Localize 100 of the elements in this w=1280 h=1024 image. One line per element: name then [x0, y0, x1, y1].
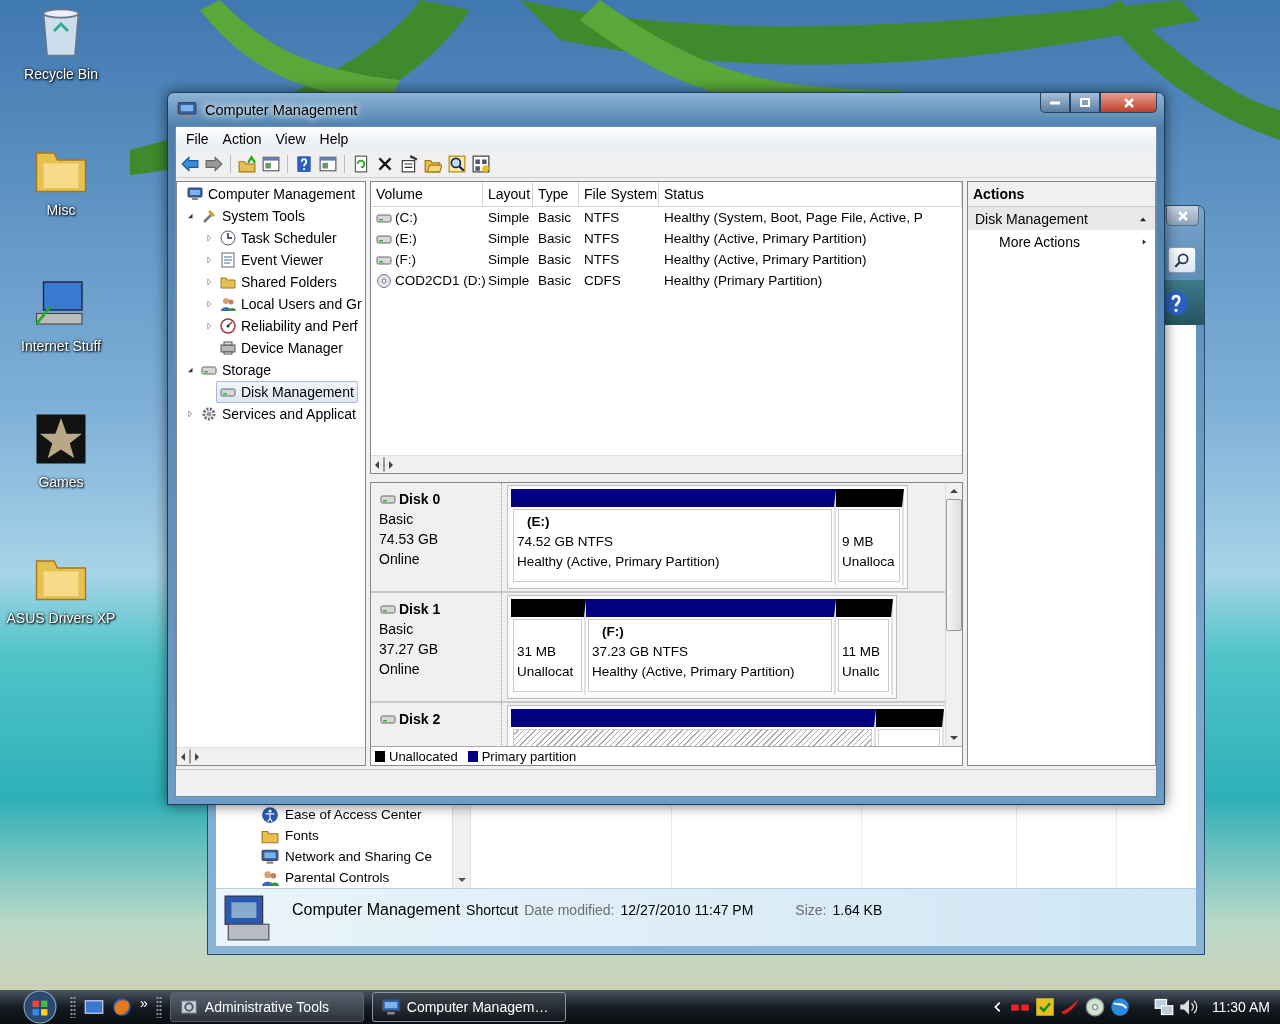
column-header[interactable]: File System	[579, 182, 659, 206]
menu-item[interactable]: File	[179, 129, 216, 149]
table-cell: (E:)	[395, 231, 417, 246]
delete-icon[interactable]	[376, 155, 394, 173]
clock-icon	[220, 230, 236, 246]
menu-item[interactable]: Help	[312, 129, 356, 149]
partition[interactable]: 11 MB Unallc	[836, 599, 893, 695]
desktop-icon-label[interactable]: Recycle Bin	[24, 66, 98, 82]
partition-size: 37.23 GB NTFS	[592, 643, 690, 661]
table-cell-text: Simple	[487, 209, 531, 227]
disc-icon[interactable]	[1084, 997, 1105, 1017]
pane-header: Actions	[968, 182, 1155, 207]
table-cell-text: Healthy (Primary Partition)	[663, 272, 824, 290]
volume-icon[interactable]	[1178, 997, 1199, 1017]
minimize-button[interactable]	[1040, 93, 1070, 113]
nav-item[interactable]: Network and Sharing Ce	[285, 849, 433, 864]
drive-letter: (E:)	[526, 513, 551, 531]
help-icon[interactable]	[1163, 289, 1189, 316]
clock[interactable]: 11:30 AM	[1211, 999, 1270, 1015]
overflow-chevron[interactable]: »	[140, 995, 148, 1011]
partition[interactable]: 31 MB Unallocat	[511, 599, 586, 695]
column-header[interactable]: Type	[533, 182, 579, 206]
search-button[interactable]	[1168, 247, 1196, 273]
horizontal-scrollbar[interactable]	[371, 455, 962, 473]
disk-name: Disk 0	[399, 491, 441, 507]
nav-item[interactable]: Ease of Access Center	[285, 807, 422, 822]
disk-size: 74.53 GB	[379, 531, 440, 547]
legend-swatch	[467, 750, 478, 762]
date-label: Date modified:	[524, 902, 615, 918]
grip-handle[interactable]	[70, 996, 76, 1018]
action-section[interactable]: Disk Management	[968, 207, 1155, 230]
tree-item[interactable]: Event Viewer	[216, 249, 328, 271]
date-value: 12/27/2010 11:47 PM	[620, 902, 754, 918]
action-link[interactable]: More Actions	[968, 230, 1155, 254]
tree-item[interactable]: Disk Management	[216, 381, 358, 403]
partition[interactable]: (E:) 74.52 GB NTFS Healthy (Active, Primary Partition)	[511, 489, 836, 585]
tree-item[interactable]: Storage	[197, 359, 276, 381]
tree-item[interactable]: Device Manager	[216, 337, 347, 359]
table-cell-text: Healthy (System, Boot, Page File, Active, P	[663, 209, 924, 227]
vertical-scrollbar[interactable]	[452, 806, 470, 888]
computer-icon	[187, 186, 203, 202]
taskbar-button[interactable]: Administrative Tools	[169, 992, 364, 1022]
tree-item[interactable]: Services and Applicat	[197, 403, 360, 425]
size-value: 1.64 KB	[832, 902, 883, 918]
globe-icon[interactable]	[1109, 997, 1130, 1017]
horizontal-scrollbar[interactable]	[177, 747, 365, 765]
help-icon[interactable]	[295, 155, 313, 173]
partition-status: Unallc	[842, 663, 881, 681]
partition-status: Healthy (Active, Primary Partition)	[592, 663, 796, 681]
accessibility-icon	[261, 805, 279, 824]
table-cell-text: Simple	[487, 230, 531, 248]
partition[interactable]: 9 MB Unalloca	[836, 489, 904, 585]
browser-icon[interactable]	[112, 997, 132, 1017]
menu-item[interactable]: View	[268, 129, 313, 149]
network-icon	[261, 847, 279, 866]
menu-item[interactable]: Action	[215, 129, 269, 149]
search-icon[interactable]	[448, 155, 466, 173]
column-header[interactable]: Layout	[483, 182, 533, 206]
check-square-icon[interactable]	[1034, 997, 1055, 1017]
vertical-scrollbar[interactable]	[945, 483, 962, 746]
disk-type: Basic	[379, 621, 415, 637]
close-icon	[1123, 97, 1134, 108]
maximize-button[interactable]	[1070, 93, 1100, 113]
column-header[interactable]: Status	[659, 182, 962, 206]
network-icon[interactable]	[1153, 997, 1174, 1017]
table-cell-text: CDFS	[583, 272, 622, 290]
pane-toggle-icon[interactable]	[319, 155, 337, 173]
tree-item[interactable]: Computer Management	[183, 183, 360, 205]
refresh-icon[interactable]	[352, 155, 370, 173]
close-button[interactable]	[1100, 93, 1157, 113]
tree-item[interactable]: Local Users and Gr	[216, 293, 365, 315]
folder-up-icon[interactable]	[238, 155, 256, 173]
partition-status: Unalloca	[842, 553, 896, 571]
settings-icon[interactable]	[472, 155, 490, 173]
taskbar-button[interactable]: Computer Managem…	[371, 992, 566, 1022]
device-icon	[220, 340, 236, 356]
nav-item[interactable]: Fonts	[285, 828, 319, 843]
column-header[interactable]: Volume	[371, 182, 483, 206]
tree-item[interactable]: Shared Folders	[216, 271, 341, 293]
back-arrow-icon[interactable]	[181, 155, 199, 173]
partition[interactable]: (F:) 37.23 GB NTFS Healthy (Active, Primary Partition)	[586, 599, 836, 695]
show-desktop-icon[interactable]	[84, 997, 104, 1017]
table-cell: (F:)	[395, 252, 416, 267]
properties-icon[interactable]	[400, 155, 418, 173]
tree-item[interactable]: Task Scheduler	[216, 227, 341, 249]
users-icon	[220, 296, 236, 312]
pane-toggle-icon[interactable]	[262, 155, 280, 173]
gear-icon	[201, 406, 217, 422]
minimize-icon	[1050, 100, 1060, 105]
grip-handle[interactable]	[155, 996, 162, 1018]
forward-arrow-icon[interactable]	[205, 155, 223, 173]
close-icon	[1177, 210, 1188, 221]
tree-item[interactable]: System Tools	[197, 205, 309, 227]
close-button[interactable]	[1166, 206, 1199, 226]
partition-size: 11 MB	[842, 643, 881, 661]
nav-item[interactable]: Parental Controls	[285, 870, 390, 885]
tree-item[interactable]: Reliability and Perf	[216, 315, 362, 337]
disk-size: 37.27 GB	[379, 641, 440, 657]
users-icon	[261, 868, 279, 887]
legend-label: Unallocated	[389, 748, 458, 764]
